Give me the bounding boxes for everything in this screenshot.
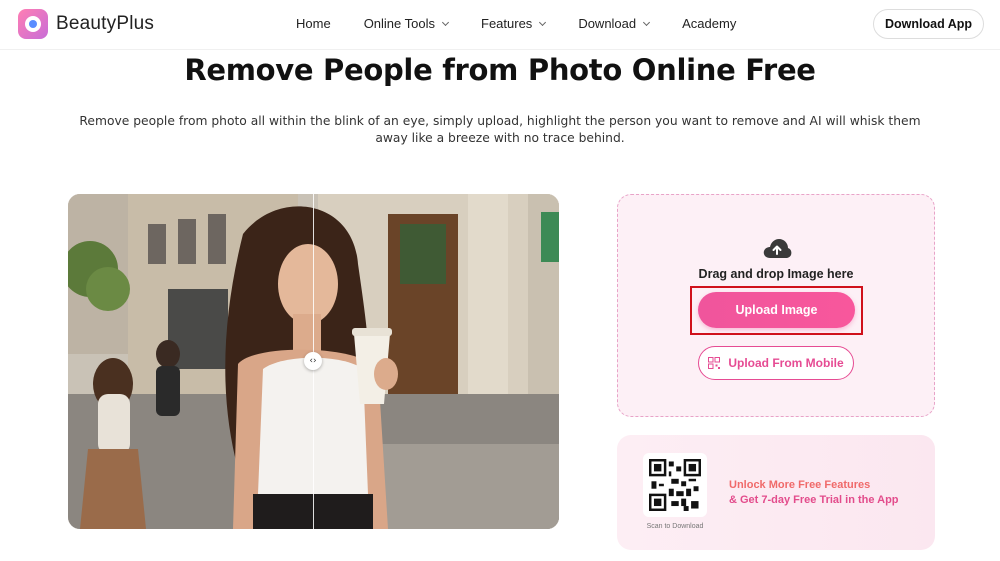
nav-label: Online Tools (363, 16, 435, 31)
upload-dropzone[interactable]: Drag and drop Image here Upload Image Up… (617, 194, 935, 417)
brand-name: BeautyPlus (56, 13, 155, 34)
nav-item-online-tools[interactable]: Online Tools (363, 16, 450, 31)
page-title: Remove People from Photo Online Free (184, 53, 816, 87)
upload-from-mobile-label: Upload From Mobile (728, 356, 844, 370)
brand-logo[interactable]: BeautyPlus (18, 9, 154, 39)
nav-label: Download (578, 16, 637, 31)
nav-item-download[interactable]: Download (578, 16, 651, 31)
page-subtitle: Remove people from photo all within the … (79, 114, 921, 145)
nav-item-academy[interactable]: Academy (682, 16, 736, 31)
scan-to-download-label: Scan to Download (646, 523, 704, 530)
download-app-button[interactable]: Download App (873, 9, 984, 39)
nav-item-home[interactable]: Home (296, 16, 331, 31)
chevron-down-icon (643, 18, 651, 26)
promo-line-2: & Get 7-day Free Trial in the App (729, 494, 899, 506)
chevron-down-icon (539, 18, 547, 26)
qr-code-icon (649, 459, 701, 511)
app-promo-card: Scan to Download Unlock More Free Featur… (617, 435, 935, 550)
compare-slider-handle[interactable]: ‹› (304, 352, 322, 370)
promo-line-1: Unlock More Free Features (729, 479, 871, 491)
promo-text: Unlock More Free Features & Get 7-day Fr… (729, 478, 899, 508)
nav-item-features[interactable]: Features (481, 16, 547, 31)
qr-code-icon (708, 357, 721, 369)
before-after-image[interactable]: ‹› (68, 194, 559, 529)
nav-label: Features (481, 16, 533, 31)
nav-label: Home (296, 16, 331, 31)
main-nav: Home Online Tools Features Download Acad… (296, 16, 769, 31)
site-header: BeautyPlus Home Online Tools Features Do… (0, 0, 1000, 50)
upload-from-mobile-button[interactable]: Upload From Mobile (698, 346, 854, 380)
upload-image-button[interactable]: Upload Image (698, 292, 855, 328)
beautyplus-logo-icon (18, 9, 48, 39)
qr-code (643, 453, 707, 517)
cloud-upload-icon (763, 239, 792, 258)
nav-label: Academy (682, 16, 737, 31)
chevron-down-icon (441, 18, 450, 26)
drag-drop-label: Drag and drop Image here (698, 267, 854, 281)
